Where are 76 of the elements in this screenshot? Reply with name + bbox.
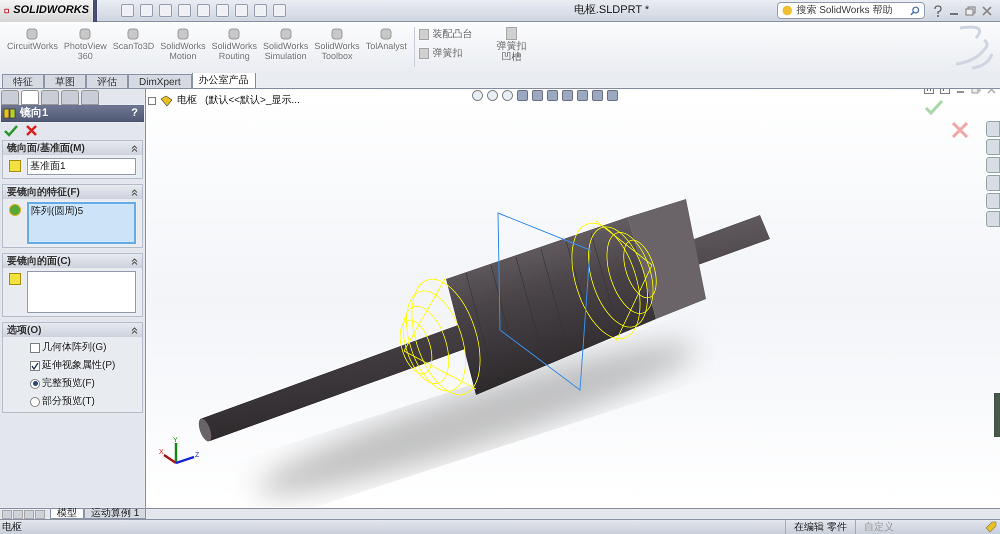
ribbon-tool-button[interactable]: 装配凸台 bbox=[418, 27, 473, 42]
mirror-icon bbox=[3, 107, 16, 120]
tool-icon bbox=[78, 27, 92, 41]
collapse-icon[interactable] bbox=[131, 188, 138, 196]
face-icon bbox=[9, 273, 21, 285]
radio-button[interactable] bbox=[30, 396, 40, 406]
app-logo: SOLIDWORKS bbox=[13, 3, 89, 18]
checkbox[interactable] bbox=[30, 360, 40, 370]
section-title: 要镜向的特征(F) bbox=[7, 186, 81, 200]
confirm-icon[interactable] bbox=[4, 125, 18, 137]
tab[interactable]: 运动算例 1 bbox=[84, 509, 146, 519]
status-text: 在编辑 零件 bbox=[785, 520, 855, 534]
logo-icon bbox=[954, 24, 994, 70]
collapse-icon[interactable] bbox=[131, 144, 138, 152]
list-item: 阵列(圆周)5 bbox=[31, 204, 84, 219]
tool-icon bbox=[227, 27, 242, 41]
section-title: 要镜向的面(C) bbox=[7, 254, 72, 268]
scroll-handle[interactable] bbox=[994, 393, 1000, 437]
option-label: 几何体阵列(G) bbox=[42, 340, 106, 355]
section-title: 选项(O) bbox=[7, 324, 42, 338]
option-label: 完整预览(F) bbox=[42, 376, 95, 391]
ribbon-tool-button[interactable]: 弹簧扣 凹槽 bbox=[496, 27, 527, 63]
part-icon bbox=[160, 94, 173, 106]
search-field[interactable]: 搜索 SolidWorks 帮助 bbox=[777, 2, 925, 19]
cancel-icon[interactable] bbox=[26, 125, 37, 136]
ribbon-tool-button[interactable]: 弹簧扣 bbox=[418, 46, 473, 61]
restore-icon[interactable] bbox=[965, 6, 976, 16]
tree-item[interactable]: 电枢 bbox=[177, 93, 197, 108]
selection-field[interactable]: 基准面1 bbox=[27, 158, 136, 175]
ribbon-tool-button[interactable]: SolidWorks Motion bbox=[157, 27, 209, 61]
selection-list[interactable]: 阵列(圆周)5 bbox=[27, 202, 136, 244]
ribbon-tool-button[interactable]: SolidWorks Routing bbox=[208, 27, 260, 61]
tab[interactable]: 模型 bbox=[50, 509, 84, 519]
ribbon-tool-button[interactable]: SolidWorks Simulation bbox=[260, 27, 312, 61]
tool-icon bbox=[25, 27, 40, 41]
ribbon-tool-button[interactable]: ScanTo3D bbox=[110, 27, 158, 61]
pattern-icon bbox=[9, 204, 21, 216]
ribbon-tool-button[interactable]: TolAnalyst bbox=[362, 27, 410, 61]
ribbon-tool-button[interactable]: PhotoView 360 bbox=[60, 27, 110, 61]
tab[interactable]: 评估 bbox=[86, 74, 128, 88]
close-icon[interactable] bbox=[982, 6, 992, 16]
checkbox[interactable] bbox=[30, 342, 40, 352]
help-icon[interactable] bbox=[933, 4, 943, 16]
axis-triad-icon bbox=[163, 443, 194, 464]
ribbon-tool-button[interactable]: SolidWorks Toolbox bbox=[311, 27, 363, 61]
section-title: 镜向面/基准面(M) bbox=[7, 142, 86, 156]
option-label: 部分预览(T) bbox=[42, 394, 95, 409]
selection-list[interactable] bbox=[27, 271, 136, 313]
tab[interactable]: DimXpert bbox=[128, 74, 192, 88]
status-text: 电枢 bbox=[1, 520, 23, 534]
list-item: 基准面1 bbox=[30, 160, 67, 174]
tag-icon[interactable] bbox=[985, 521, 997, 533]
option-label: 延伸视象属性(P) bbox=[42, 358, 116, 373]
tab[interactable]: 办公室产品 bbox=[192, 72, 256, 88]
radio-button[interactable] bbox=[30, 378, 40, 388]
panel-title: 镜向1 bbox=[20, 106, 50, 122]
cancel-icon[interactable] bbox=[952, 122, 968, 138]
collapse-icon[interactable] bbox=[131, 326, 138, 334]
ribbon-tool-button[interactable]: CircuitWorks bbox=[4, 27, 61, 61]
expand-icon[interactable] bbox=[148, 96, 156, 104]
tool-icon bbox=[379, 27, 394, 41]
tool-icon bbox=[278, 27, 293, 41]
configuration-label: (默认<<默认>_显示... bbox=[205, 94, 300, 108]
tab[interactable]: 特征 bbox=[2, 74, 44, 88]
search-icon bbox=[910, 6, 920, 16]
help-icon bbox=[782, 5, 792, 16]
confirm-icon[interactable] bbox=[925, 100, 943, 115]
tab[interactable]: 草图 bbox=[44, 74, 86, 88]
mirror-plane[interactable] bbox=[497, 212, 591, 391]
help-link[interactable]: ? bbox=[131, 105, 142, 122]
tool-icon bbox=[126, 27, 140, 41]
tool-icon bbox=[176, 27, 190, 41]
tool-icon bbox=[330, 27, 344, 41]
face-icon bbox=[9, 160, 21, 172]
collapse-icon[interactable] bbox=[131, 258, 138, 264]
window-title: 电枢.SLDPRT * bbox=[574, 3, 650, 18]
